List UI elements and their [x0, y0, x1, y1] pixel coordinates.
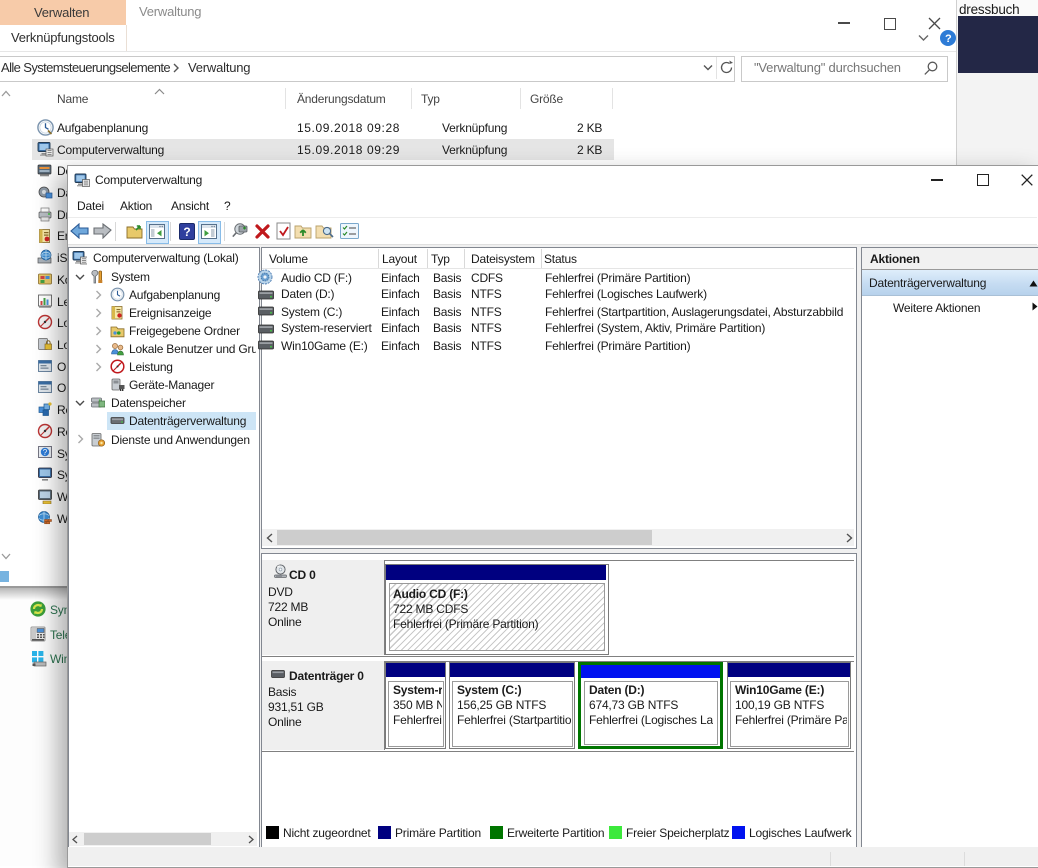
svg-text:?: ? — [183, 225, 190, 239]
svg-text:?: ? — [43, 448, 48, 457]
